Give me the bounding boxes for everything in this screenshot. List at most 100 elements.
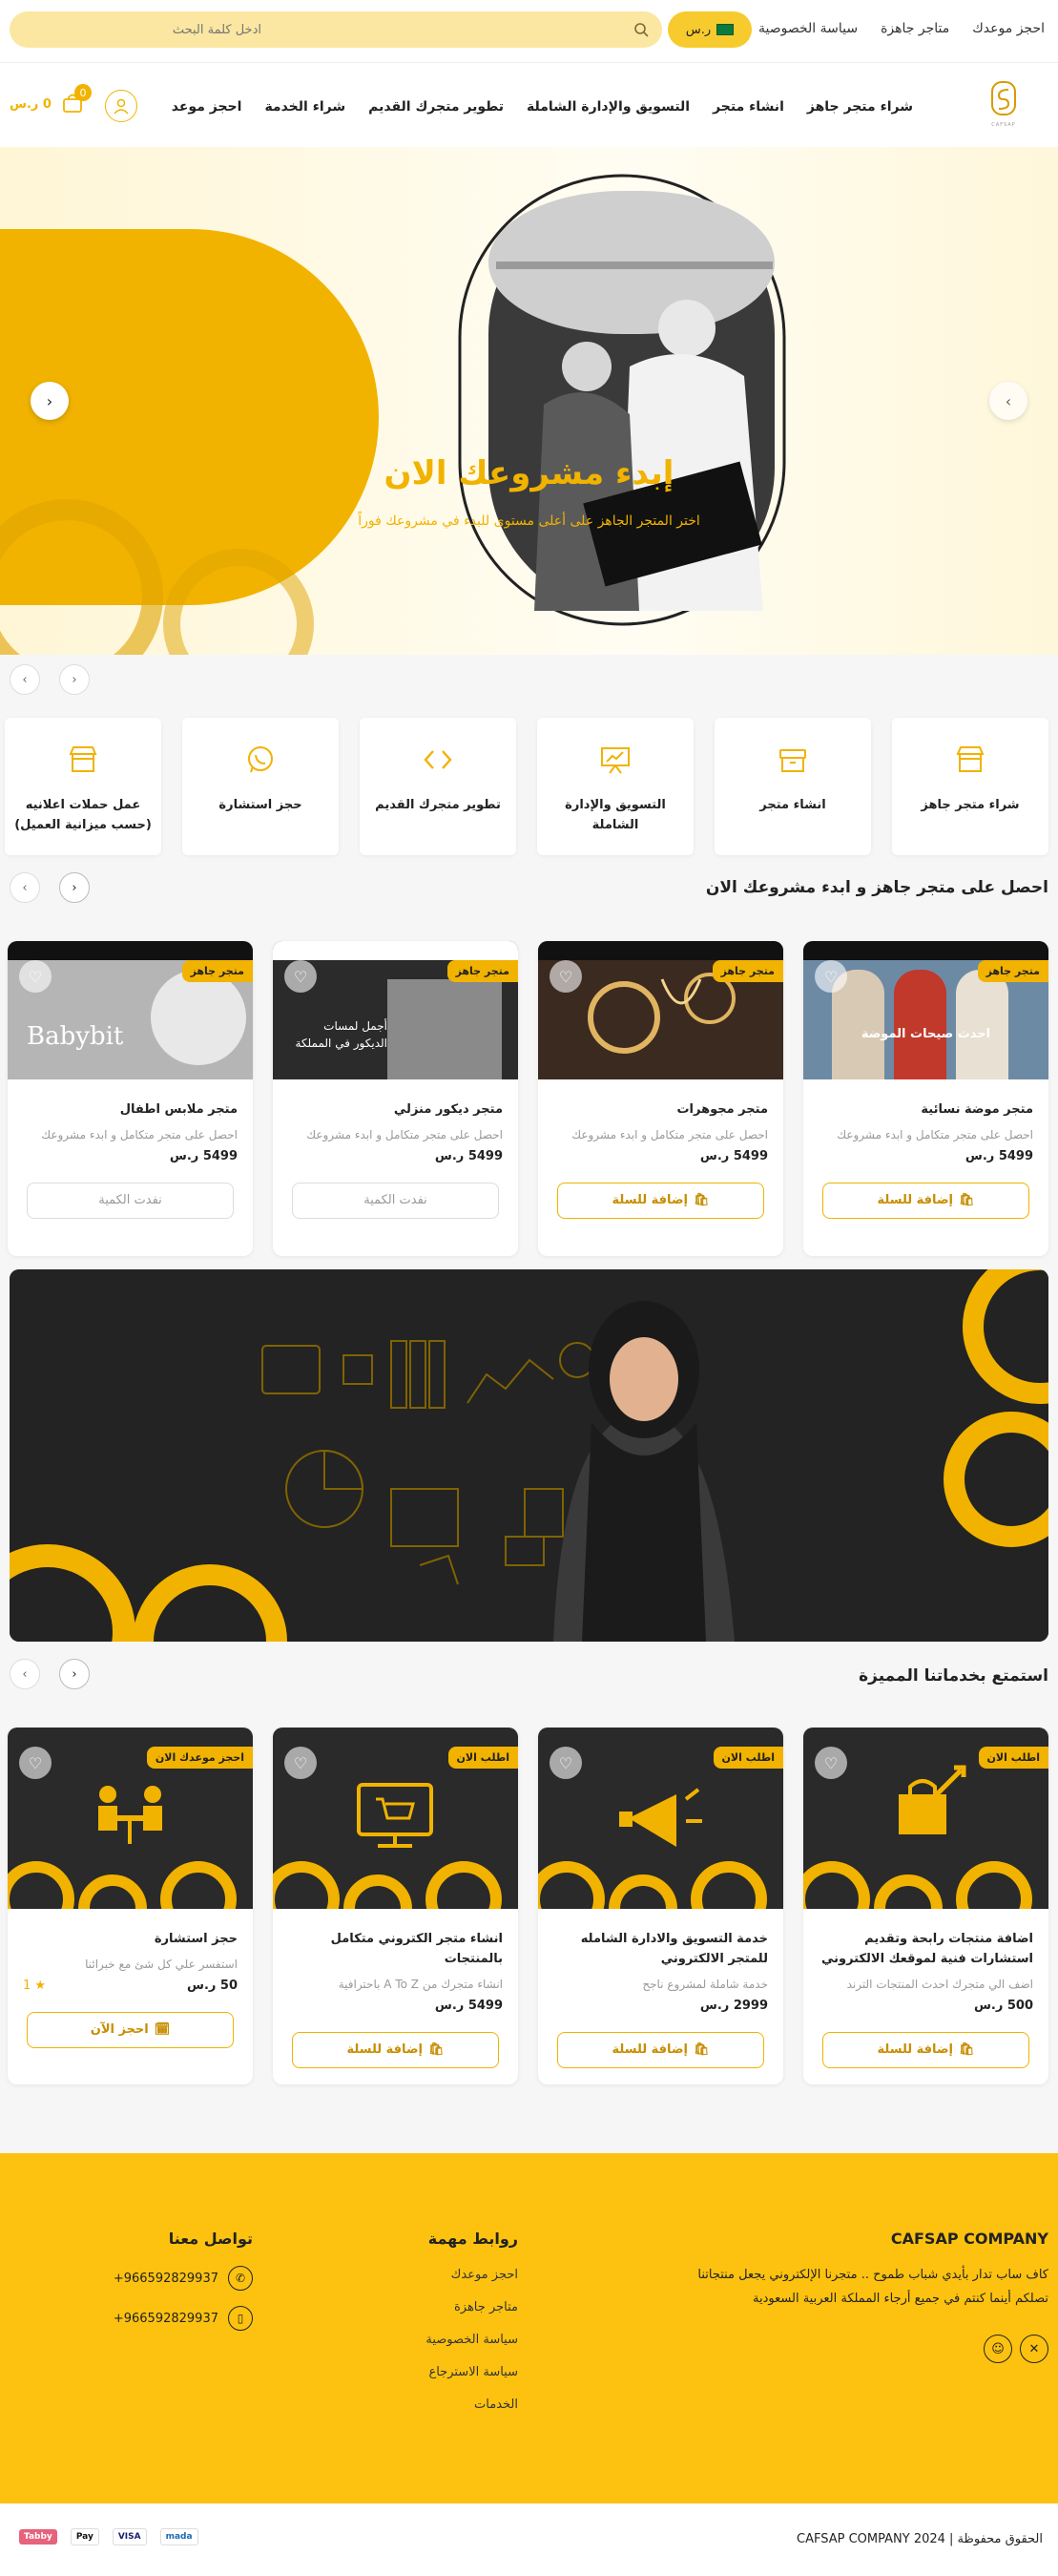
tile-ads[interactable]: عمل حملات اعلانيه (حسب ميزانية العميل): [5, 718, 161, 855]
chevron-right-icon: ›: [22, 1666, 28, 1682]
saudi-flag-icon: [716, 24, 735, 35]
product-desc: احصل على متجر متكامل و ابدء مشروعك: [41, 1127, 238, 1141]
search-input[interactable]: [23, 22, 261, 37]
product-card[interactable]: احدث صيحات الموضة متجر جاهز ♡ متجر موضة …: [803, 941, 1048, 1256]
services-list-next-button[interactable]: ‹: [59, 1659, 90, 1689]
product-name: متجر موضة نسائية: [921, 1102, 1033, 1117]
nav-buy-service[interactable]: شراء الخدمة: [264, 99, 345, 115]
add-to-cart-button[interactable]: 🛍 إضافة للسلة: [557, 2031, 764, 2068]
stores-next-button[interactable]: ‹: [59, 872, 90, 903]
add-to-cart-button[interactable]: 🛍 إضافة للسلة: [822, 2031, 1029, 2068]
hero-next-button[interactable]: ›: [989, 382, 1027, 420]
product-price: 5499 ر.س: [169, 1148, 238, 1163]
footer-link-services[interactable]: الخدمات: [474, 2398, 518, 2412]
add-to-cart-button[interactable]: 🛍 إضافة للسلة: [292, 2031, 499, 2068]
favorite-button[interactable]: ♡: [815, 1747, 847, 1779]
search-bar[interactable]: [10, 11, 662, 48]
service-badge: احجز موعدك الان: [146, 1747, 253, 1769]
hero-decoration: [0, 174, 786, 655]
hero-subtitle: اختر المتجر الجاهز على أعلى مستوى للبدء …: [358, 513, 700, 529]
box-icon: [779, 749, 806, 772]
service-price: 50 ر.س: [187, 1978, 238, 1993]
favorite-button[interactable]: ♡: [815, 960, 847, 993]
footer-link-stores[interactable]: متاجر جاهزة: [454, 2300, 518, 2314]
sold-out-button[interactable]: نفدت الكمية: [292, 1182, 499, 1219]
service-card[interactable]: احجز موعدك الان ♡ حجز استشارة استفسر علي…: [8, 1728, 253, 2084]
nav-create-store[interactable]: انشاء متجر: [713, 99, 784, 115]
tile-create-store[interactable]: انشاء متجر: [715, 718, 871, 855]
sold-out-button[interactable]: نفدت الكمية: [27, 1182, 234, 1219]
button-label: نفدت الكمية: [98, 1193, 162, 1208]
user-account-button[interactable]: [105, 90, 137, 122]
logo[interactable]: CAFSAP: [989, 80, 1018, 130]
nav-marketing[interactable]: التسويق والإدارة الشاملة: [527, 99, 690, 115]
top-link-book[interactable]: احجز موعدك: [972, 21, 1045, 36]
favorite-button[interactable]: ♡: [550, 960, 582, 993]
footer-link-returns[interactable]: سياسة الاسترجاع: [428, 2365, 518, 2379]
service-price-row: 50 ر.س ★ 1: [23, 1979, 238, 1993]
hero-prev-button[interactable]: ‹: [31, 382, 69, 420]
payment-methods: mada VISA Pay Tabby: [19, 2528, 198, 2545]
add-to-cart-button[interactable]: 🛍 إضافة للسلة: [557, 1182, 764, 1219]
tile-marketing[interactable]: التسويق والإدارة الشاملة: [537, 718, 694, 855]
service-card[interactable]: اطلب الان ♡ اضافة منتجات رابحة وتقديم اس…: [803, 1728, 1048, 2084]
tile-label: انشاء متجر: [759, 798, 826, 812]
favorite-button[interactable]: ♡: [550, 1747, 582, 1779]
product-name: متجر مجوهرات: [676, 1102, 768, 1117]
nav-buy-store[interactable]: شراء متجر جاهز: [807, 99, 913, 115]
product-image-caption: Babybit: [27, 1022, 124, 1051]
heart-icon: ♡: [28, 967, 43, 986]
book-now-button[interactable]: 🗓 احجز الآن: [27, 2011, 234, 2048]
rating-value: 1: [23, 1978, 31, 1993]
services-list-prev-button[interactable]: ›: [10, 1659, 40, 1689]
footer-phone[interactable]: ▯ +966592829937: [114, 2306, 253, 2331]
favorite-button[interactable]: ♡: [284, 1747, 317, 1779]
product-card[interactable]: متجر جاهز ♡ متجر مجوهرات احصل على متجر م…: [538, 941, 783, 1256]
footer-whatsapp[interactable]: ✆ +966592829937: [114, 2266, 253, 2291]
product-card[interactable]: Babybit متجر جاهز ♡ متجر ملابس اطفال احص…: [8, 941, 253, 1256]
tile-develop[interactable]: تطوير متجرك القديم: [360, 718, 516, 855]
store-icon: [69, 746, 97, 772]
currency-selector[interactable]: ر.س: [668, 11, 752, 48]
service-card[interactable]: اطلب الان ♡ انشاء متجر الكتروني متكامل ب…: [273, 1728, 518, 2084]
services-next-button[interactable]: ‹: [59, 664, 90, 695]
phone-icon: ▯: [228, 2306, 253, 2331]
tile-buy-store[interactable]: شراء متجر جاهز: [892, 718, 1048, 855]
footer-link-privacy[interactable]: سياسة الخصوصية: [425, 2333, 518, 2347]
footer-links-title: روابط مهمة: [427, 2230, 518, 2248]
add-to-cart-button[interactable]: 🛍 إضافة للسلة: [822, 1182, 1029, 1219]
tabby-logo-icon: Tabby: [19, 2529, 57, 2545]
favorite-button[interactable]: ♡: [19, 960, 52, 993]
chevron-left-icon: ‹: [72, 672, 77, 687]
button-label: إضافة للسلة: [612, 2042, 688, 2058]
search-icon[interactable]: [633, 22, 649, 37]
tile-label: تطوير متجرك القديم: [375, 798, 501, 812]
favorite-button[interactable]: ♡: [284, 960, 317, 993]
stores-section-title: احصل على متجر جاهز و ابدء مشروعك الان: [705, 878, 1048, 897]
tile-consult[interactable]: حجز استشارة: [182, 718, 339, 855]
cart-bag-icon: 🛍: [958, 2042, 975, 2058]
heart-icon: ♡: [293, 967, 308, 986]
top-bar: احجز موعدك متاجر جاهزة سياسة الخصوصية ر.…: [0, 0, 1058, 63]
snapchat-icon[interactable]: ☺: [984, 2335, 1012, 2363]
service-card[interactable]: اطلب الان ♡ خدمة التسويق والادارة الشامل…: [538, 1728, 783, 2084]
nav-develop[interactable]: تطوير متجرك القديم: [368, 99, 504, 115]
presentation-icon: [601, 747, 630, 774]
favorite-button[interactable]: ♡: [19, 1747, 52, 1779]
x-twitter-icon[interactable]: ✕: [1020, 2335, 1048, 2363]
product-card[interactable]: أجمل لمسات الديكور في المملكة متجر جاهز …: [273, 941, 518, 1256]
footer-link-book[interactable]: احجز موعدك: [451, 2268, 518, 2282]
top-link-stores[interactable]: متاجر جاهزة: [881, 21, 949, 36]
nav-book[interactable]: احجز موعد: [172, 99, 242, 115]
product-price: 5499 ر.س: [965, 1148, 1033, 1163]
services-section-title: استمتع بخدماتنا المميزة: [859, 1666, 1048, 1686]
services-prev-button[interactable]: ›: [10, 664, 40, 695]
stores-prev-button[interactable]: ›: [10, 872, 40, 903]
hero-title: إبدء مشروعك الان: [384, 454, 674, 492]
user-icon: [114, 98, 129, 115]
heart-icon: ♡: [293, 1753, 308, 1772]
top-link-privacy[interactable]: سياسة الخصوصية: [758, 21, 858, 36]
chevron-left-icon: ‹: [72, 1666, 77, 1682]
code-icon: [424, 750, 452, 769]
banner-illustration: [10, 1269, 1048, 1642]
